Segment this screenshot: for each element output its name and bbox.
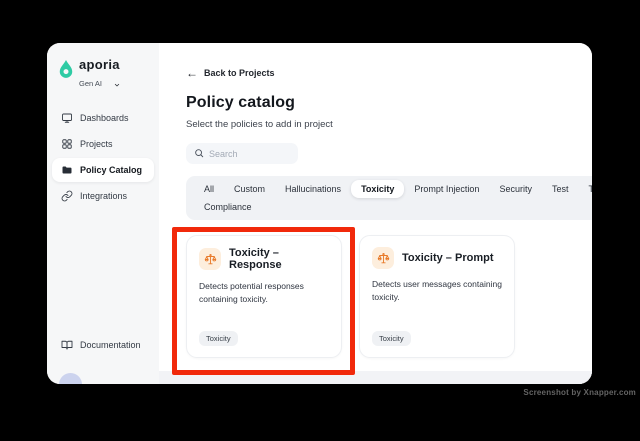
- policy-card-toxicity-response[interactable]: Toxicity – Response Detects potential re…: [172, 227, 355, 375]
- tabs-row-2: Compliance: [194, 198, 592, 216]
- tab-security[interactable]: Security: [489, 180, 542, 198]
- back-to-projects-link[interactable]: ← Back to Projects: [186, 65, 592, 80]
- workspace-name: Gen AI: [79, 79, 102, 89]
- policy-cards: Toxicity – Response Detects potential re…: [172, 227, 592, 375]
- card-tag-badge: Toxicity: [199, 331, 238, 346]
- tab-custom[interactable]: Custom: [224, 180, 275, 198]
- page-subtitle: Select the policies to add in project: [186, 119, 333, 130]
- sidebar-item-documentation[interactable]: Documentation: [52, 333, 154, 357]
- search-input[interactable]: [209, 148, 290, 159]
- card-tag-badge: Toxicity: [372, 331, 411, 346]
- main-content: ← Back to Projects Policy catalog Select…: [159, 43, 592, 384]
- card-description: Detects user messages containing toxicit…: [372, 279, 502, 302]
- scales-icon: [372, 247, 394, 269]
- sidebar-item-label: Dashboards: [80, 112, 129, 123]
- sidebar-item-integrations[interactable]: Integrations: [52, 184, 154, 208]
- tab-prompt-injection[interactable]: Prompt Injection: [404, 180, 489, 198]
- xnapper-watermark: Screenshot by Xnapper.com: [523, 388, 636, 397]
- folder-icon: [61, 164, 73, 176]
- app-window: aporia Gen AI Dashboards Projects Policy…: [47, 43, 592, 384]
- page-title: Policy catalog: [186, 94, 295, 111]
- chevron-down-icon[interactable]: [113, 75, 121, 93]
- policy-filter-tabs: All Custom Hallucinations Toxicity Promp…: [186, 176, 592, 220]
- card-description: Detects potential responses containing t…: [199, 281, 304, 304]
- tab-test[interactable]: Test: [542, 180, 579, 198]
- sidebar-nav: Dashboards Projects Policy Catalog Integ…: [47, 106, 159, 208]
- search-box[interactable]: [186, 143, 298, 164]
- workspace-switcher[interactable]: aporia Gen AI: [47, 57, 159, 93]
- tab-topics[interactable]: Topics: [578, 180, 592, 198]
- sidebar-item-projects[interactable]: Projects: [52, 132, 154, 156]
- sidebar-item-label: Documentation: [80, 340, 141, 350]
- sidebar-item-dashboards[interactable]: Dashboards: [52, 106, 154, 130]
- search-icon: [194, 145, 204, 163]
- aporia-logo-icon: [59, 58, 73, 78]
- sidebar-item-label: Projects: [80, 138, 113, 149]
- content-bottom-strip: [159, 371, 592, 384]
- scales-icon: [199, 248, 221, 270]
- tab-toxicity[interactable]: Toxicity: [351, 180, 405, 198]
- brand-name: aporia: [79, 57, 120, 72]
- tab-compliance[interactable]: Compliance: [194, 198, 262, 216]
- book-icon: [61, 339, 73, 351]
- tab-hallucinations[interactable]: Hallucinations: [275, 180, 351, 198]
- back-arrow-icon: ←: [186, 65, 198, 80]
- link-icon: [61, 190, 73, 202]
- dashboards-icon: [61, 112, 73, 124]
- card-title: Toxicity – Response: [229, 247, 282, 271]
- tabs-row-1: All Custom Hallucinations Toxicity Promp…: [194, 180, 592, 198]
- sidebar: aporia Gen AI Dashboards Projects Policy…: [47, 43, 159, 384]
- sidebar-item-label: Policy Catalog: [80, 164, 143, 175]
- sidebar-item-label: Integrations: [80, 190, 128, 201]
- sidebar-item-policy-catalog[interactable]: Policy Catalog: [52, 157, 154, 182]
- tab-all[interactable]: All: [194, 180, 224, 198]
- projects-grid-icon: [61, 138, 73, 150]
- card-title: Toxicity – Prompt: [402, 252, 494, 264]
- back-link-label: Back to Projects: [204, 68, 275, 78]
- policy-card-toxicity-prompt[interactable]: Toxicity – Prompt Detects user messages …: [359, 235, 515, 358]
